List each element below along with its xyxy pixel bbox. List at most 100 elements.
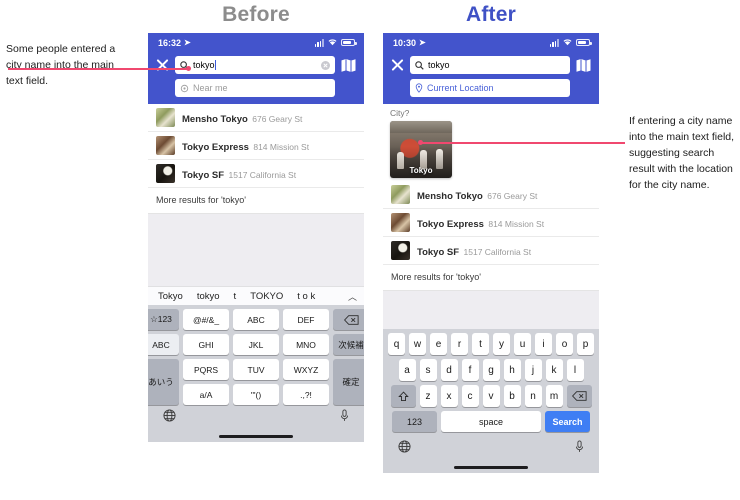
key-p[interactable]: p <box>577 333 594 355</box>
key-a[interactable]: a <box>398 359 416 381</box>
key-r[interactable]: r <box>451 333 468 355</box>
globe-icon[interactable] <box>398 440 411 458</box>
key-g[interactable]: g <box>482 359 500 381</box>
close-icon[interactable] <box>390 58 405 73</box>
more-results-link-before[interactable]: More results for 'tokyo' <box>148 188 364 214</box>
location-arrow-icon: ➤ <box>419 38 426 47</box>
more-results-link-after[interactable]: More results for 'tokyo' <box>383 265 599 291</box>
key-confirm[interactable]: 確定 <box>333 359 364 405</box>
delete-icon[interactable] <box>333 309 364 330</box>
key-m[interactable]: m <box>545 385 563 407</box>
meat-thumb <box>156 136 175 155</box>
list-item[interactable]: Tokyo Express 814 Mission St <box>148 132 364 160</box>
key-f[interactable]: f <box>461 359 479 381</box>
key-s[interactable]: s <box>419 359 437 381</box>
delete-icon[interactable] <box>566 385 592 407</box>
key-space[interactable]: space <box>441 411 541 432</box>
results-list-after: Mensho Tokyo 676 Geary St Tokyo Express … <box>383 181 599 329</box>
status-bar-before: 16:32 ➤ <box>148 33 364 52</box>
near-me-field[interactable]: Near me <box>175 79 335 97</box>
key-numbers[interactable]: 123 <box>392 411 437 432</box>
key-k[interactable]: k <box>545 359 563 381</box>
battery-icon <box>576 39 592 46</box>
annotation-endpoint-left <box>186 66 191 71</box>
key-mno[interactable]: MNO <box>283 334 329 355</box>
key-h[interactable]: h <box>503 359 521 381</box>
key-i[interactable]: i <box>535 333 552 355</box>
search-input-after[interactable]: tokyo <box>410 56 570 74</box>
result-name: Tokyo SF <box>417 246 460 258</box>
key-jkl[interactable]: JKL <box>233 334 279 355</box>
key-c[interactable]: c <box>461 385 479 407</box>
status-time: 10:30 <box>393 37 417 48</box>
list-item[interactable]: Tokyo SF 1517 California St <box>148 160 364 188</box>
key-quotes[interactable]: '"() <box>233 384 279 405</box>
key-l[interactable]: l <box>566 359 584 381</box>
key-ghi[interactable]: GHI <box>183 334 229 355</box>
key-o[interactable]: o <box>556 333 573 355</box>
prediction-word[interactable]: t <box>234 291 237 302</box>
microphone-icon[interactable] <box>340 409 349 427</box>
screenshot-canvas: Before After 16:32 ➤ tokyo Near me Mensh… <box>0 0 740 500</box>
search-value-after: tokyo <box>428 60 450 70</box>
city-result-card[interactable]: Tokyo <box>390 121 452 178</box>
map-icon[interactable] <box>575 58 592 73</box>
prediction-word[interactable]: t o k <box>297 291 315 302</box>
key-x[interactable]: x <box>440 385 458 407</box>
prediction-word[interactable]: TOKYO <box>250 291 283 302</box>
key-next-candidate[interactable]: 次候補 <box>333 334 364 355</box>
wifi-icon <box>327 38 338 48</box>
search-input-before[interactable]: tokyo <box>175 56 335 74</box>
key-wxyz[interactable]: WXYZ <box>283 359 329 380</box>
key-z[interactable]: z <box>419 385 437 407</box>
annotation-endpoint-right <box>418 140 423 145</box>
shift-icon[interactable] <box>390 385 416 407</box>
key-d[interactable]: d <box>440 359 458 381</box>
list-item[interactable]: Mensho Tokyo 676 Geary St <box>148 104 364 132</box>
key-tuv[interactable]: TUV <box>233 359 279 380</box>
current-location-field[interactable]: Current Location <box>410 79 570 97</box>
key-n[interactable]: n <box>524 385 542 407</box>
list-item[interactable]: Tokyo Express 814 Mission St <box>383 209 599 237</box>
close-icon[interactable] <box>155 58 170 73</box>
key-search[interactable]: Search <box>545 411 590 432</box>
key-case-toggle[interactable]: a/A <box>183 384 229 405</box>
key-kana-mode[interactable]: あいう <box>148 359 179 405</box>
list-item[interactable]: Tokyo SF 1517 California St <box>383 237 599 265</box>
microphone-icon[interactable] <box>575 440 584 458</box>
key-symbols-123[interactable]: ☆123 <box>148 309 179 330</box>
keyboard-qwerty: q w e r t y u i o p a s d f g h j k l z … <box>383 329 599 473</box>
home-indicator <box>386 462 596 473</box>
key-symbols[interactable]: @#/&_ <box>183 309 229 330</box>
location-arrow-icon: ➤ <box>184 38 191 47</box>
map-icon[interactable] <box>340 58 357 73</box>
key-pqrs[interactable]: PQRS <box>183 359 229 380</box>
card-awning <box>390 121 452 133</box>
key-y[interactable]: y <box>493 333 510 355</box>
phone-mockup-after: 10:30 ➤ tokyo Current Location City? Tok… <box>383 33 599 499</box>
result-name: Mensho Tokyo <box>417 190 483 202</box>
prediction-word[interactable]: tokyo <box>197 291 220 302</box>
key-j[interactable]: j <box>524 359 542 381</box>
panel-title-before: Before <box>222 3 290 26</box>
key-b[interactable]: b <box>503 385 521 407</box>
prediction-word[interactable]: Tokyo <box>158 291 183 302</box>
chevron-up-icon[interactable]: ︿ <box>348 290 357 303</box>
key-def[interactable]: DEF <box>283 309 329 330</box>
search-value-before: tokyo <box>193 60 215 70</box>
key-w[interactable]: w <box>409 333 426 355</box>
clear-circle-icon[interactable] <box>321 60 330 70</box>
globe-icon[interactable] <box>163 409 176 427</box>
key-q[interactable]: q <box>388 333 405 355</box>
key-abc-mode[interactable]: ABC <box>148 334 179 355</box>
keyboard-row-2: a s d f g h j k l <box>386 359 596 381</box>
near-me-placeholder: Near me <box>193 83 228 93</box>
key-punctuation[interactable]: .,?! <box>283 384 329 405</box>
key-u[interactable]: u <box>514 333 531 355</box>
key-t[interactable]: t <box>472 333 489 355</box>
key-v[interactable]: v <box>482 385 500 407</box>
key-e[interactable]: e <box>430 333 447 355</box>
key-abc[interactable]: ABC <box>233 309 279 330</box>
list-item[interactable]: Mensho Tokyo 676 Geary St <box>383 181 599 209</box>
wifi-icon <box>562 38 573 48</box>
